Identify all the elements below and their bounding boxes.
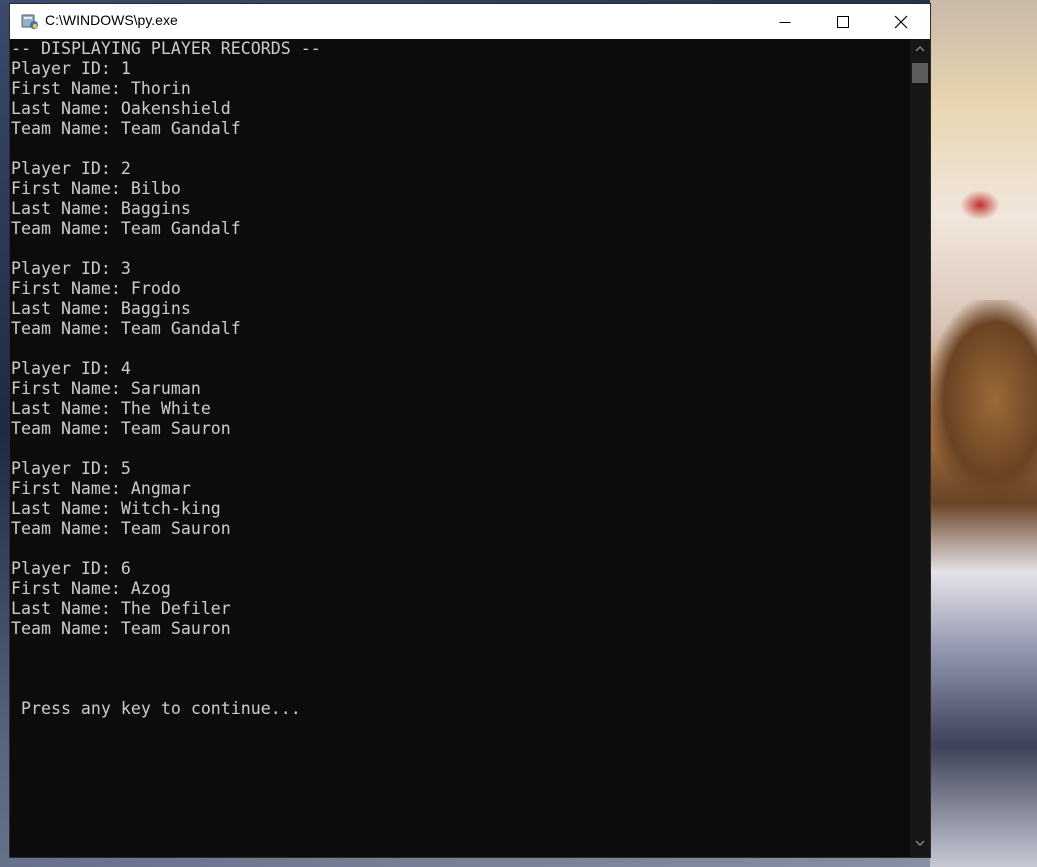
console-line: Last Name: Oakenshield <box>11 99 231 118</box>
console-line: Last Name: Baggins <box>11 299 191 318</box>
console-line: First Name: Bilbo <box>11 179 181 198</box>
title-bar[interactable]: C:\WINDOWS\py.exe <box>10 4 930 39</box>
console-line: First Name: Azog <box>11 579 171 598</box>
minimize-icon <box>779 21 791 23</box>
console-line: Team Name: Team Sauron <box>11 419 231 438</box>
console-line: Team Name: Team Gandalf <box>11 319 241 338</box>
console-line: First Name: Saruman <box>11 379 201 398</box>
console-line: First Name: Angmar <box>11 479 191 498</box>
console-line: Last Name: The Defiler <box>11 599 231 618</box>
console-line: Player ID: 1 <box>11 59 131 78</box>
minimize-button[interactable] <box>756 4 814 39</box>
console-line: Team Name: Team Gandalf <box>11 119 241 138</box>
console-line: Last Name: Baggins <box>11 199 191 218</box>
maximize-button[interactable] <box>814 4 872 39</box>
scroll-thumb[interactable] <box>912 63 928 83</box>
chevron-up-icon <box>915 46 925 52</box>
wallpaper-art-eye <box>960 190 1000 220</box>
console-line: Team Name: Team Sauron <box>11 519 231 538</box>
console-line: First Name: Thorin <box>11 79 191 98</box>
wallpaper-art-hair <box>930 300 1037 500</box>
console-line: Player ID: 3 <box>11 259 131 278</box>
console-output[interactable]: -- DISPLAYING PLAYER RECORDS -- Player I… <box>10 39 910 857</box>
console-line: -- DISPLAYING PLAYER RECORDS -- <box>11 39 321 58</box>
console-line: Player ID: 6 <box>11 559 131 578</box>
console-line: Team Name: Team Sauron <box>11 619 231 638</box>
console-line: Player ID: 2 <box>11 159 131 178</box>
console-line: Team Name: Team Gandalf <box>11 219 241 238</box>
console-line: First Name: Frodo <box>11 279 181 298</box>
console-line: Player ID: 5 <box>11 459 131 478</box>
scroll-down-button[interactable] <box>910 839 930 853</box>
console-line: Last Name: Witch-king <box>11 499 221 518</box>
vertical-scrollbar[interactable] <box>910 39 930 857</box>
window-title: C:\WINDOWS\py.exe <box>45 12 178 28</box>
close-button[interactable] <box>872 4 930 39</box>
scroll-up-button[interactable] <box>910 45 930 59</box>
console-line: Player ID: 4 <box>11 359 131 378</box>
close-icon <box>894 15 908 28</box>
press-any-key-prompt: Press any key to continue... <box>11 699 301 718</box>
console-line: Last Name: The White <box>11 399 211 418</box>
console-window[interactable]: C:\WINDOWS\py.exe -- DISPLAYING PLAYER R… <box>9 3 931 858</box>
maximize-icon <box>837 15 849 28</box>
python-app-icon <box>21 13 39 31</box>
chevron-down-icon <box>915 840 925 846</box>
